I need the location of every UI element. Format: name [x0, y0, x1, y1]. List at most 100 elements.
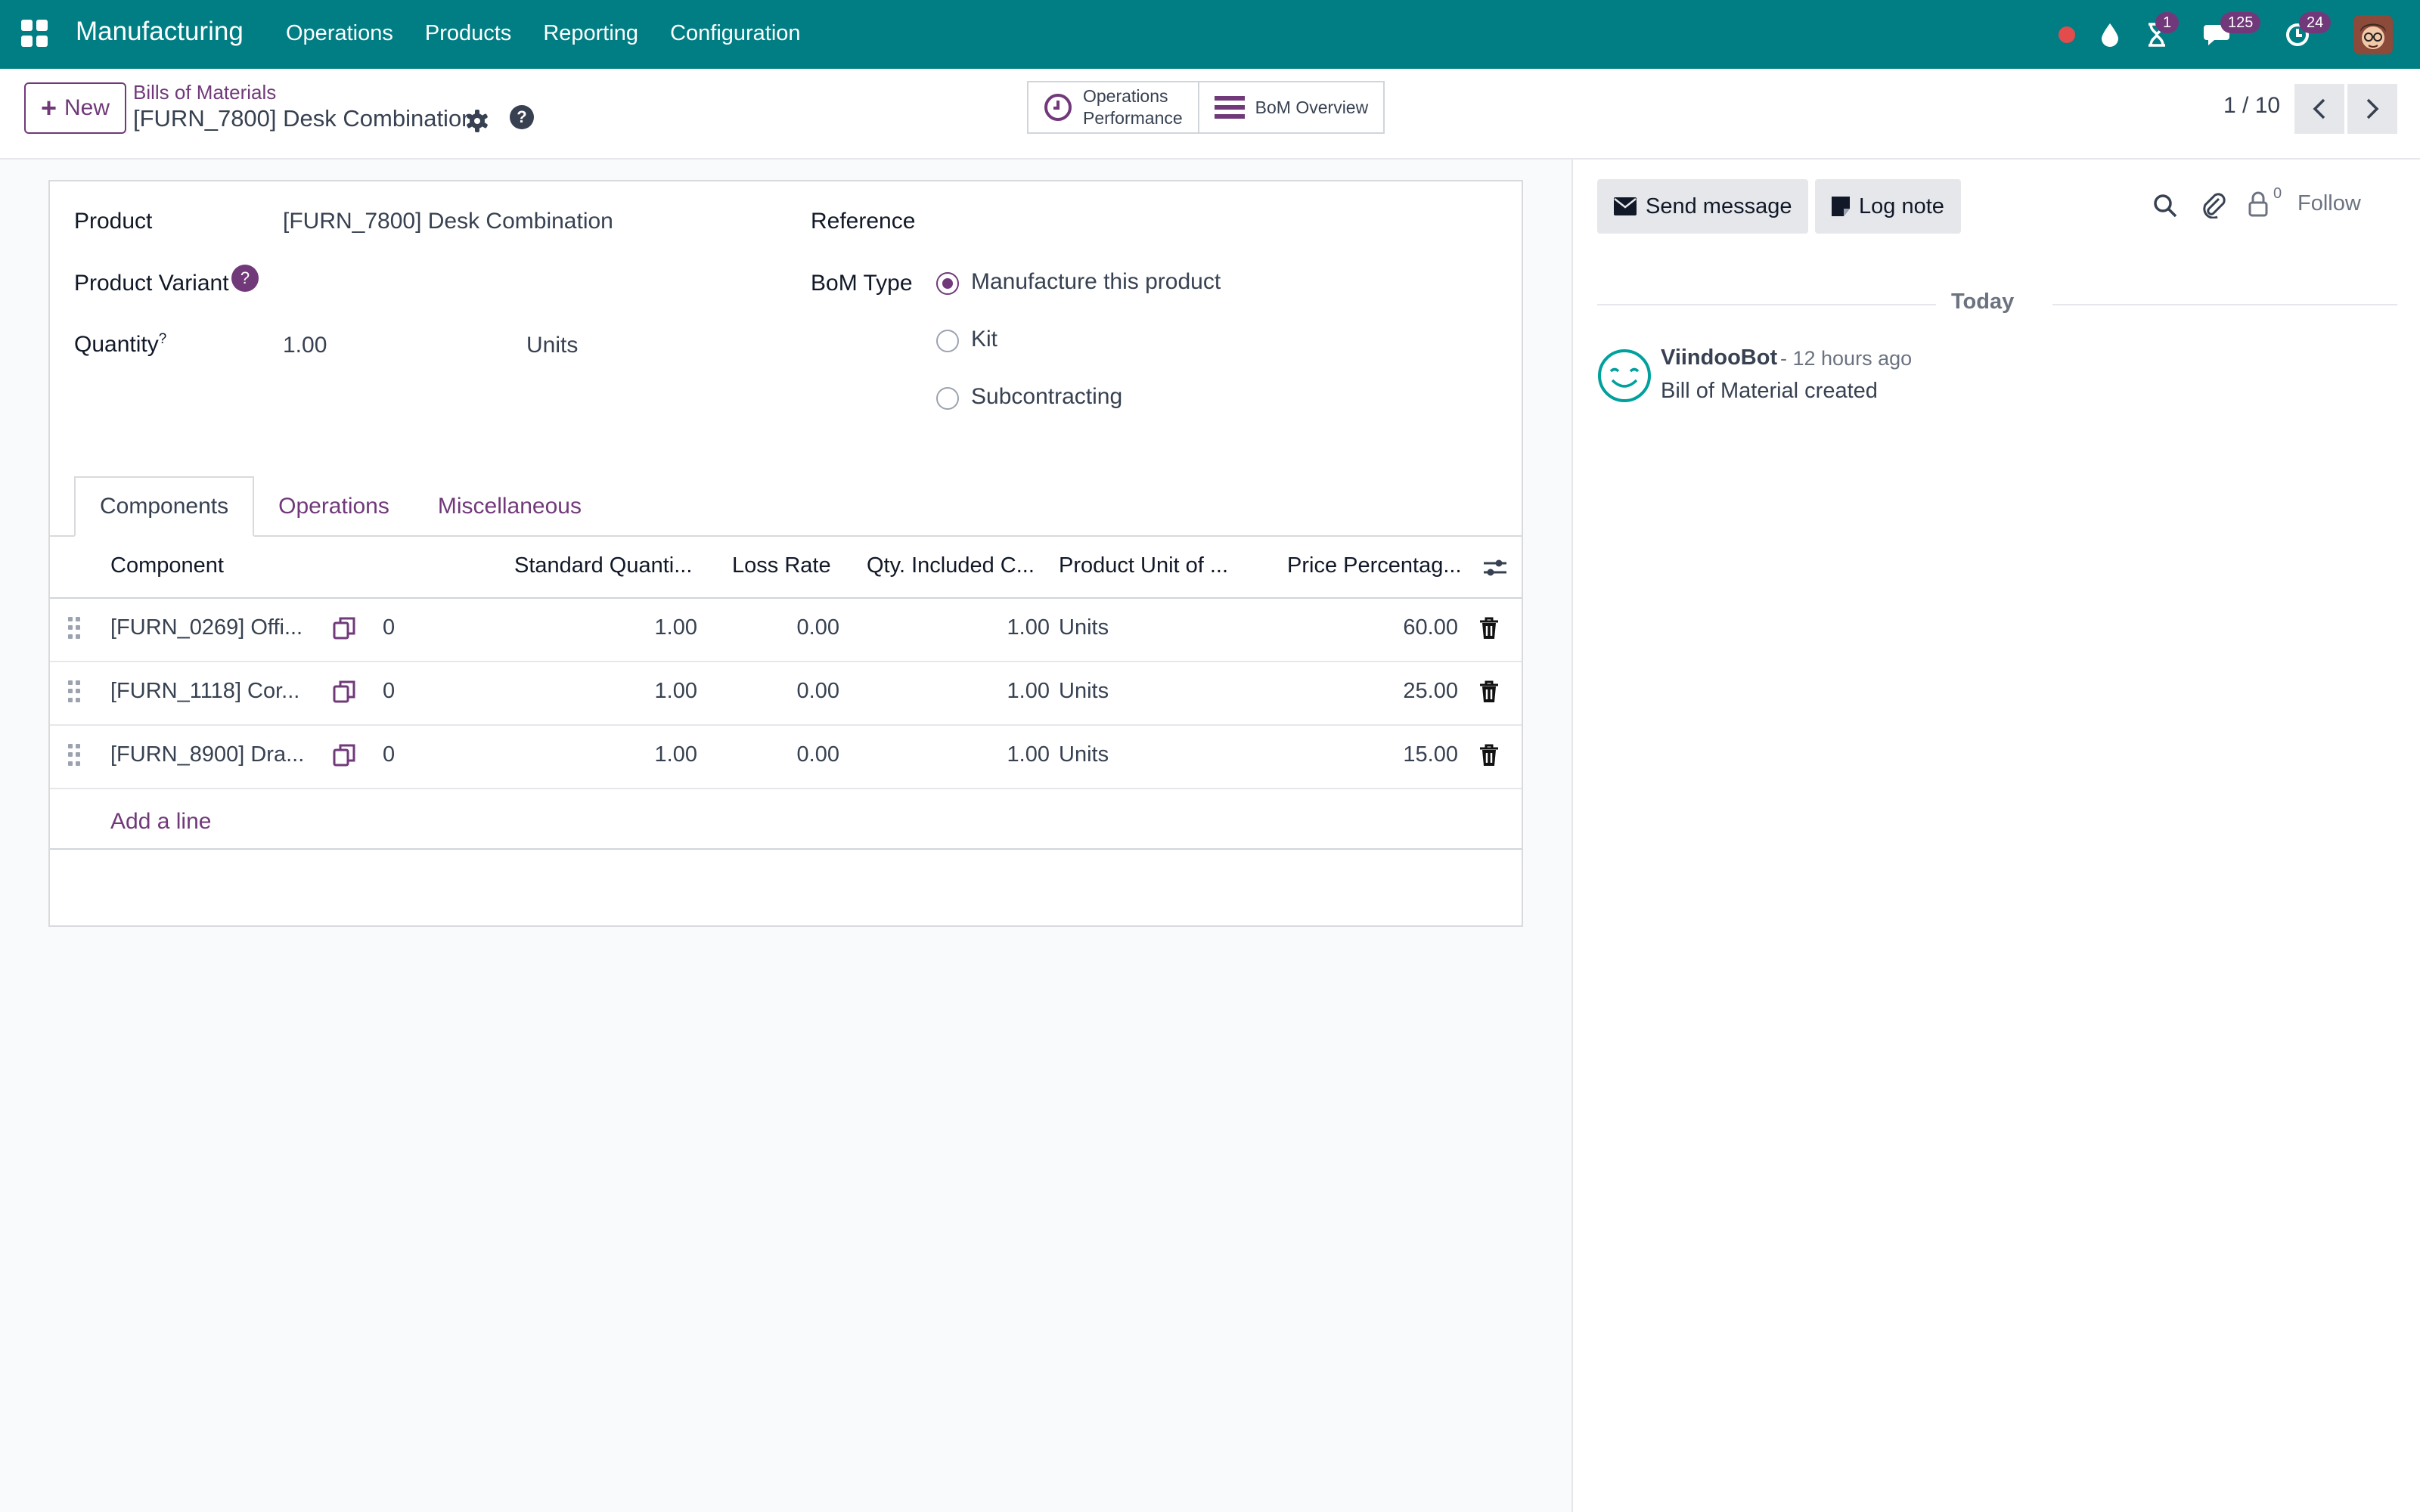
log-note-label: Log note [1859, 194, 1944, 218]
drag-handle-icon[interactable] [68, 680, 80, 703]
message-author[interactable]: ViindooBot [1661, 345, 1777, 370]
paperclip-icon[interactable] [2201, 191, 2226, 222]
col-price-percentage[interactable]: Price Percentag... [1287, 553, 1462, 578]
recording-dot-icon[interactable] [2055, 0, 2078, 69]
follow-button[interactable]: Follow [2297, 191, 2361, 216]
product-field[interactable]: [FURN_7800] Desk Combination [283, 209, 613, 234]
col-product-uom[interactable]: Product Unit of ... [1059, 553, 1228, 578]
row-price-percentage[interactable]: 60.00 [1290, 615, 1458, 640]
breadcrumb-bills-of-materials[interactable]: Bills of Materials [133, 81, 276, 104]
variant-help-icon[interactable]: ? [231, 265, 259, 292]
search-icon[interactable] [2152, 193, 2178, 222]
bom-type-manufacture-radio[interactable] [936, 272, 959, 295]
row-uom[interactable]: Units [1059, 742, 1109, 767]
row-standard-quantity[interactable]: 1.00 [534, 679, 697, 704]
row-qty-included[interactable]: 1.00 [882, 679, 1050, 704]
row-qty-included[interactable]: 1.00 [882, 615, 1050, 640]
row-qty-included[interactable]: 1.00 [882, 742, 1050, 767]
row-standard-quantity[interactable]: 1.00 [534, 742, 697, 767]
control-panel: + New Bills of Materials [FURN_7800] Des… [0, 69, 2420, 160]
trash-icon[interactable] [1479, 680, 1499, 703]
main-menu: Operations Products Reporting Configurat… [286, 21, 833, 46]
bot-avatar-icon[interactable] [1597, 349, 1652, 403]
column-settings-icon[interactable] [1482, 556, 1508, 583]
hourglass-icon[interactable] [2142, 0, 2172, 69]
send-message-button[interactable]: Send message [1597, 179, 1809, 234]
bom-type-kit-label[interactable]: Kit [971, 327, 997, 352]
row-loss-rate[interactable]: 0.00 [715, 679, 839, 704]
lock-icon[interactable] [2248, 191, 2269, 221]
operations-performance-button[interactable]: Operations Performance [1028, 82, 1198, 132]
menu-configuration[interactable]: Configuration [670, 21, 801, 46]
menu-reporting[interactable]: Reporting [543, 21, 638, 46]
new-button[interactable]: + New [24, 82, 126, 134]
menu-products[interactable]: Products [425, 21, 511, 46]
message-time: - 12 hours ago [1780, 347, 1913, 370]
user-avatar[interactable] [2353, 15, 2393, 54]
variants-icon[interactable] [331, 742, 357, 768]
row-uom[interactable]: Units [1059, 679, 1109, 704]
table-row[interactable]: [FURN_1118] Cor... 0 1.00 0.00 1.00 Unit… [50, 662, 1522, 726]
date-divider-left [1597, 304, 1936, 305]
notebook-tabs: Components Operations Miscellaneous [74, 476, 606, 537]
bom-type-subcontracting-label[interactable]: Subcontracting [971, 384, 1122, 410]
row-uom[interactable]: Units [1059, 615, 1109, 640]
updates-clock-icon[interactable] [2282, 0, 2313, 69]
gear-icon[interactable] [464, 108, 490, 134]
row-loss-rate[interactable]: 0.00 [715, 742, 839, 767]
pager-next-button[interactable] [2347, 84, 2397, 134]
col-component[interactable]: Component [110, 553, 224, 578]
quantity-help-sup: ? [158, 331, 167, 347]
quantity-uom-field[interactable]: Units [526, 333, 578, 358]
tab-operations[interactable]: Operations [254, 476, 414, 537]
row-price-percentage[interactable]: 15.00 [1290, 742, 1458, 767]
row-component[interactable]: [FURN_8900] Dra... [110, 742, 304, 767]
col-qty-included[interactable]: Qty. Included C... [867, 553, 1035, 578]
col-loss-rate[interactable]: Loss Rate [732, 553, 831, 578]
trash-icon[interactable] [1479, 617, 1499, 640]
col-standard-quantity[interactable]: Standard Quanti... [514, 553, 692, 578]
envelope-icon [1614, 197, 1637, 215]
tab-miscellaneous[interactable]: Miscellaneous [414, 476, 606, 537]
row-variant-count: 0 [383, 615, 396, 640]
tab-components[interactable]: Components [74, 476, 255, 537]
row-variant-count: 0 [383, 679, 396, 703]
plus-icon: + [40, 92, 57, 123]
help-icon[interactable]: ? [510, 105, 534, 129]
apps-menu-icon[interactable] [21, 20, 48, 47]
bom-type-subcontracting-radio[interactable] [936, 387, 959, 410]
menu-operations[interactable]: Operations [286, 21, 393, 46]
pager-previous-button[interactable] [2294, 84, 2344, 134]
table-row[interactable]: [FURN_8900] Dra... 0 1.00 0.00 1.00 Unit… [50, 726, 1522, 789]
variants-icon[interactable] [331, 679, 357, 705]
variants-icon[interactable] [331, 615, 357, 641]
pager-value[interactable]: 1 / 10 [2223, 93, 2280, 119]
row-component[interactable]: [FURN_0269] Offi... [110, 615, 302, 640]
bom-type-kit-radio[interactable] [936, 330, 959, 352]
bom-type-manufacture-label[interactable]: Manufacture this product [971, 269, 1221, 295]
row-loss-rate[interactable]: 0.00 [715, 615, 839, 640]
drag-handle-icon[interactable] [68, 617, 80, 640]
log-note-button[interactable]: Log note [1815, 179, 1961, 234]
row-standard-quantity[interactable]: 1.00 [534, 615, 697, 640]
water-drop-icon[interactable] [2096, 0, 2124, 69]
quantity-label: Quantity? [74, 331, 167, 357]
bom-overview-button[interactable]: BoM Overview [1197, 82, 1384, 132]
top-navbar: Manufacturing Operations Products Report… [0, 0, 2420, 69]
trash-icon[interactable] [1479, 744, 1499, 767]
messages-icon[interactable] [2202, 0, 2235, 69]
app-name[interactable]: Manufacturing [76, 17, 244, 47]
updates-count-badge: 24 [2299, 12, 2332, 33]
quantity-field[interactable]: 1.00 [283, 333, 327, 358]
send-message-label: Send message [1646, 194, 1792, 218]
table-row[interactable]: [FURN_0269] Offi... 0 1.00 0.00 1.00 Uni… [50, 599, 1522, 662]
row-component[interactable]: [FURN_1118] Cor... [110, 679, 299, 704]
add-line-row [50, 791, 1522, 850]
date-separator: Today [1951, 290, 2015, 314]
bom-overview-label: BoM Overview [1255, 97, 1369, 117]
drag-handle-icon[interactable] [68, 744, 80, 767]
row-price-percentage[interactable]: 25.00 [1290, 679, 1458, 704]
product-variant-label: Product Variant [74, 271, 229, 296]
add-line-link[interactable]: Add a line [110, 809, 211, 835]
row-variant-count: 0 [383, 742, 396, 767]
